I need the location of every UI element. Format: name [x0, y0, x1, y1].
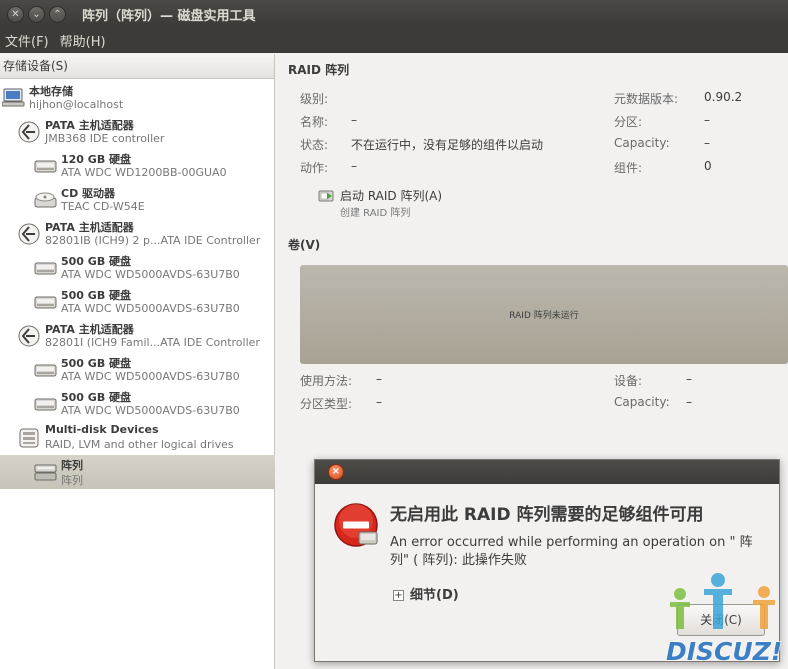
raid-array-icon — [34, 461, 58, 483]
device-tree-item[interactable]: 500 GB 硬盘 ATA WDC WD5000AVDS-63U7B0 — [0, 353, 275, 387]
close-window-icon[interactable]: ✕ — [7, 5, 24, 23]
device-title: 本地存储 — [29, 85, 73, 98]
device-tree-item[interactable]: 500 GB 硬盘 ATA WDC WD5000AVDS-63U7B0 — [0, 251, 275, 285]
maximize-window-icon[interactable]: ⌃ — [49, 5, 66, 23]
field-label: 设备: — [614, 374, 643, 388]
menu-file[interactable]: 文件(F) — [5, 31, 49, 50]
device-title: 120 GB 硬盘 — [61, 153, 132, 166]
dialog-heading: 无启用此 RAID 阵列需要的足够组件可用 — [390, 505, 704, 525]
status-value: 不在运行中，没有足够的组件以启动 — [351, 138, 544, 152]
device-tree-item[interactable]: PATA 主机适配器 JMB368 IDE controller — [0, 115, 275, 149]
raid-section-title: RAID 阵列 — [288, 63, 350, 77]
device-subtitle: JMB368 IDE controller — [45, 132, 165, 145]
field-label: Capacity: — [614, 395, 670, 409]
field-label: 分区类型: — [300, 397, 353, 411]
device-subtitle: TEAC CD-W54E — [61, 200, 145, 213]
computer-icon — [1, 87, 26, 109]
device-title: 阵列 — [61, 459, 83, 472]
device-subtitle: ATA WDC WD5000AVDS-63U7B0 — [61, 370, 240, 383]
hard-disk-icon — [34, 257, 58, 279]
start-raid-icon — [318, 190, 334, 202]
dialog-title-bar: × — [315, 460, 779, 484]
details-expander[interactable]: + 细节(D) — [393, 584, 459, 603]
field-label: 分区: — [614, 115, 643, 129]
field-value: – — [686, 395, 692, 409]
field-label: 使用方法: — [300, 374, 353, 388]
title-bar: ✕ ⌄ ⌃ 阵列（阵列）— 磁盘实用工具 — [0, 0, 788, 28]
field-label: 状态: — [300, 138, 329, 152]
controller-icon — [18, 325, 42, 347]
device-title: CD 驱动器 — [61, 187, 116, 200]
device-subtitle: 82801I (ICH9 Famil...ATA IDE Controller — [45, 336, 260, 349]
sidebar-header: 存储设备(S) — [0, 54, 274, 79]
field-label: 组件: — [614, 161, 643, 175]
expander-plus-icon: + — [393, 590, 404, 601]
field-value: – — [351, 113, 357, 127]
hard-disk-icon — [34, 291, 58, 313]
device-subtitle: hijhon@localhost — [29, 98, 124, 111]
device-tree-item[interactable]: CD 驱动器 TEAC CD-W54E — [0, 183, 275, 217]
cd-drive-icon — [34, 189, 58, 211]
device-subtitle: 阵列 — [61, 474, 83, 487]
controller-icon — [18, 223, 42, 245]
multi-disk-icon — [18, 427, 42, 449]
watermark-text: DISCUZ! — [666, 637, 782, 664]
device-tree-item[interactable]: 本地存储 hijhon@localhost — [0, 81, 275, 115]
device-tree-item[interactable]: Multi-disk Devices RAID, LVM and other lo… — [0, 421, 275, 455]
device-title: 500 GB 硬盘 — [61, 357, 132, 370]
field-value: – — [704, 113, 710, 127]
window-title: 阵列（阵列）— 磁盘实用工具 — [82, 8, 256, 24]
hard-disk-icon — [34, 155, 58, 177]
start-raid-label: 启动 RAID 阵列(A) — [340, 189, 443, 203]
device-tree-item[interactable]: 500 GB 硬盘 ATA WDC WD5000AVDS-63U7B0 — [0, 285, 275, 319]
menu-bar: 文件(F) 帮助(H) — [0, 28, 788, 53]
device-subtitle: ATA WDC WD5000AVDS-63U7B0 — [61, 404, 240, 417]
dialog-close-icon[interactable]: × — [328, 464, 344, 480]
device-subtitle: ATA WDC WD5000AVDS-63U7B0 — [61, 268, 240, 281]
device-title: 500 GB 硬盘 — [61, 391, 132, 404]
details-label: 细节(D) — [410, 588, 459, 603]
minimize-window-icon[interactable]: ⌄ — [28, 5, 45, 23]
device-title: PATA 主机适配器 — [45, 221, 134, 234]
hard-disk-icon — [34, 359, 58, 381]
controller-icon — [18, 121, 42, 143]
field-label: Capacity: — [614, 136, 670, 150]
field-label: 元数据版本: — [614, 92, 679, 106]
device-subtitle: RAID, LVM and other logical drives — [45, 438, 234, 451]
field-value: – — [686, 372, 692, 386]
volume-map[interactable]: RAID 阵列未运行 — [300, 265, 788, 364]
field-value: 0 — [704, 159, 712, 173]
field-label: 级别: — [300, 92, 329, 106]
device-title: Multi-disk Devices — [45, 423, 159, 436]
volumes-section-title: 卷(V) — [288, 238, 321, 252]
field-value: – — [351, 159, 357, 173]
device-tree-item[interactable]: 120 GB 硬盘 ATA WDC WD1200BB-00GUA0 — [0, 149, 275, 183]
dialog-message: An error occurred while performing an op… — [390, 535, 753, 568]
start-raid-sublabel: 创建 RAID 阵列 — [340, 208, 411, 219]
field-value: 0.90.2 — [704, 90, 743, 104]
storage-devices-sidebar: 存储设备(S) 本地存储 hijhon@localhost PATA 主机适配器 JM… — [0, 54, 275, 669]
volume-map-text: RAID 阵列未运行 — [509, 311, 579, 321]
field-label: 动作: — [300, 161, 329, 175]
device-title: PATA 主机适配器 — [45, 323, 134, 336]
device-tree-item[interactable]: PATA 主机适配器 82801IB (ICH9) 2 p...ATA IDE C… — [0, 217, 275, 251]
device-title: PATA 主机适配器 — [45, 119, 134, 132]
device-title: 500 GB 硬盘 — [61, 289, 132, 302]
menu-help[interactable]: 帮助(H) — [60, 31, 106, 50]
field-value: – — [376, 372, 382, 386]
device-title: 500 GB 硬盘 — [61, 255, 132, 268]
device-tree-item[interactable]: 500 GB 硬盘 ATA WDC WD5000AVDS-63U7B0 — [0, 387, 275, 421]
field-label: 名称: — [300, 115, 329, 129]
field-value: – — [704, 136, 710, 150]
device-subtitle: ATA WDC WD5000AVDS-63U7B0 — [61, 302, 240, 315]
device-tree-item[interactable]: PATA 主机适配器 82801I (ICH9 Famil...ATA IDE C… — [0, 319, 275, 353]
hard-disk-icon — [34, 393, 58, 415]
device-subtitle: 82801IB (ICH9) 2 p...ATA IDE Controller — [45, 234, 261, 247]
field-value: – — [376, 395, 382, 409]
device-tree-item[interactable]: 阵列 阵列 — [0, 455, 275, 489]
discuz-watermark-logo: DISCUZ! — [665, 573, 783, 664]
device-subtitle: ATA WDC WD1200BB-00GUA0 — [61, 166, 227, 179]
error-icon — [334, 503, 378, 547]
